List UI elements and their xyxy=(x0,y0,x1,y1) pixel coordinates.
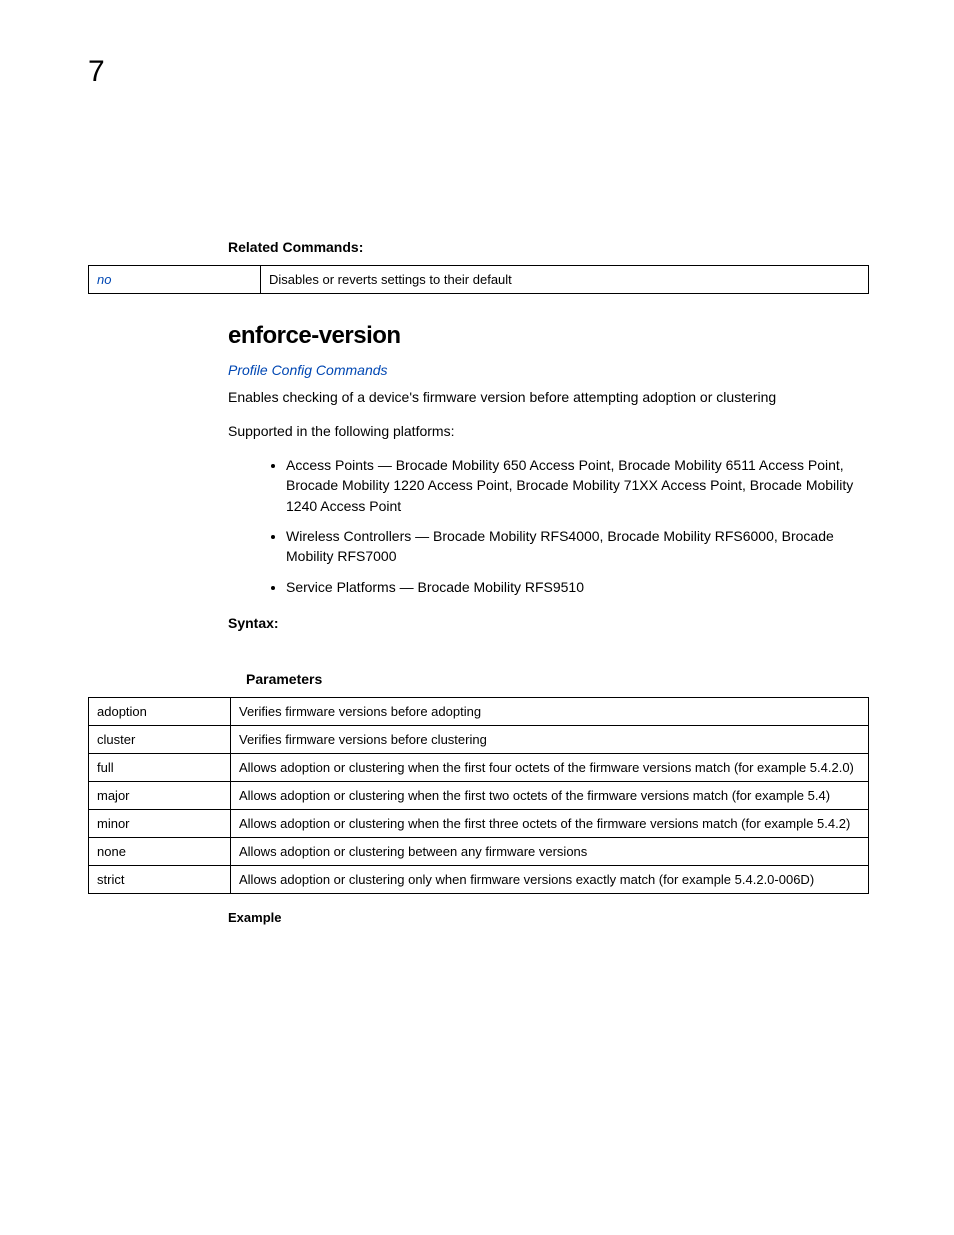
table-row: adoption Verifies firmware versions befo… xyxy=(89,697,869,725)
table-row: cluster Verifies firmware versions befor… xyxy=(89,725,869,753)
content-block: Related Commands: no Disables or reverts… xyxy=(228,239,866,925)
page-number: 7 xyxy=(88,55,866,89)
table-row: major Allows adoption or clustering when… xyxy=(89,781,869,809)
related-commands-heading: Related Commands: xyxy=(228,239,866,255)
section-title: enforce-version xyxy=(228,322,866,350)
param-desc: Allows adoption or clustering when the f… xyxy=(231,809,869,837)
platforms-list: Access Points — Brocade Mobility 650 Acc… xyxy=(246,455,866,597)
platforms-intro: Supported in the following platforms: xyxy=(228,422,866,442)
related-command-name: no xyxy=(89,266,261,294)
param-name: minor xyxy=(89,809,231,837)
example-heading: Example xyxy=(228,910,866,925)
param-desc: Allows adoption or clustering when the f… xyxy=(231,781,869,809)
table-row: none Allows adoption or clustering betwe… xyxy=(89,837,869,865)
param-name: none xyxy=(89,837,231,865)
related-commands-table: no Disables or reverts settings to their… xyxy=(88,265,869,294)
param-name: full xyxy=(89,753,231,781)
param-name: strict xyxy=(89,865,231,893)
description-paragraph: Enables checking of a device's firmware … xyxy=(228,388,866,408)
table-row: no Disables or reverts settings to their… xyxy=(89,266,869,294)
list-item: Wireless Controllers — Brocade Mobility … xyxy=(286,526,866,567)
document-page: 7 Related Commands: no Disables or rever… xyxy=(0,0,954,985)
param-name: major xyxy=(89,781,231,809)
param-name: adoption xyxy=(89,697,231,725)
param-desc: Verifies firmware versions before cluste… xyxy=(231,725,869,753)
param-name: cluster xyxy=(89,725,231,753)
param-desc: Allows adoption or clustering only when … xyxy=(231,865,869,893)
related-command-desc: Disables or reverts settings to their de… xyxy=(261,266,869,294)
parameters-table: adoption Verifies firmware versions befo… xyxy=(88,697,869,894)
table-row: full Allows adoption or clustering when … xyxy=(89,753,869,781)
param-desc: Allows adoption or clustering between an… xyxy=(231,837,869,865)
param-desc: Verifies firmware versions before adopti… xyxy=(231,697,869,725)
syntax-heading: Syntax: xyxy=(228,615,866,631)
profile-config-link[interactable]: Profile Config Commands xyxy=(228,362,866,378)
param-desc: Allows adoption or clustering when the f… xyxy=(231,753,869,781)
table-row: minor Allows adoption or clustering when… xyxy=(89,809,869,837)
parameters-heading: Parameters xyxy=(246,671,866,687)
list-item: Service Platforms — Brocade Mobility RFS… xyxy=(286,577,866,597)
list-item: Access Points — Brocade Mobility 650 Acc… xyxy=(286,455,866,516)
table-row: strict Allows adoption or clustering onl… xyxy=(89,865,869,893)
